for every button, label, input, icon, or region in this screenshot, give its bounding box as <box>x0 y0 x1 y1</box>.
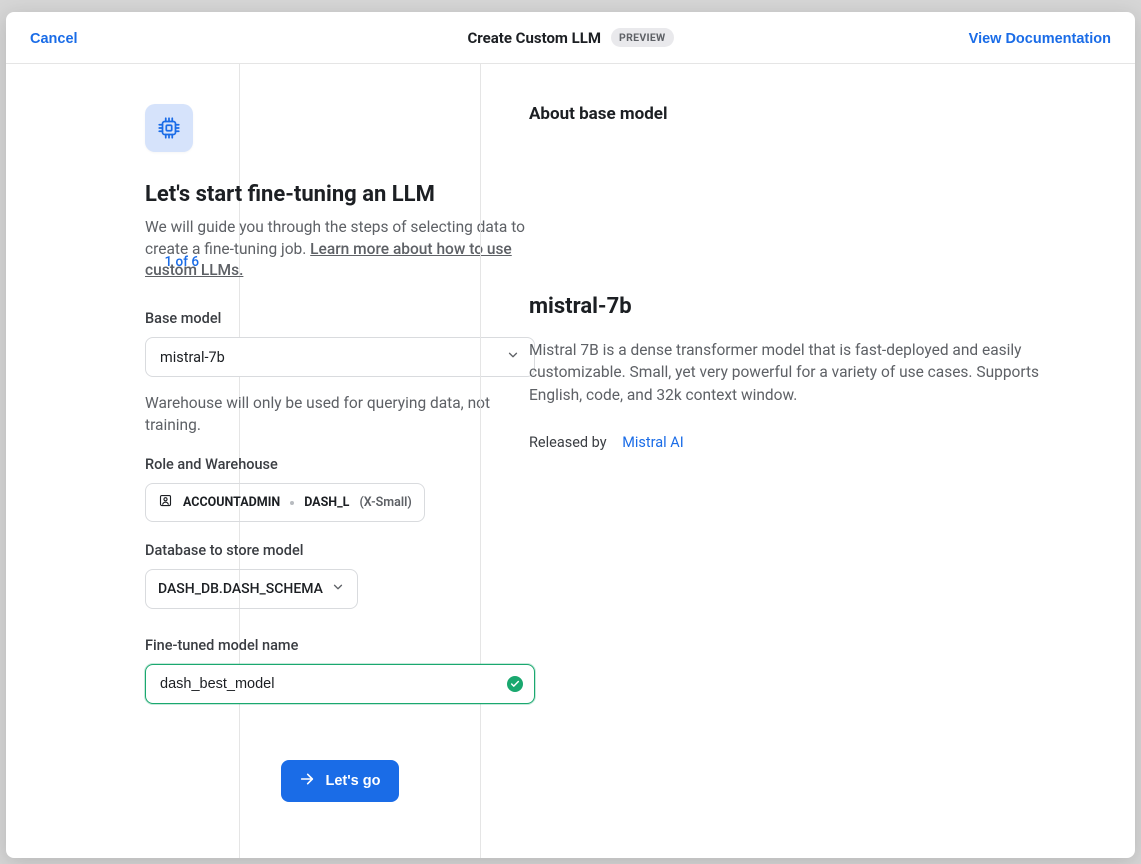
page-subtext: We will guide you through the steps of s… <box>145 217 535 282</box>
main-form: Let's start fine-tuning an LLM We will g… <box>145 64 480 858</box>
create-llm-modal: Cancel Create Custom LLM PREVIEW View Do… <box>6 12 1135 858</box>
warehouse-value: DASH_L <box>304 495 349 510</box>
released-by-link[interactable]: Mistral AI <box>622 434 683 451</box>
cancel-button[interactable]: Cancel <box>30 31 78 47</box>
separator-dot <box>290 501 294 505</box>
preview-badge: PREVIEW <box>611 28 674 47</box>
model-name-input[interactable] <box>145 664 535 704</box>
database-select[interactable]: DASH_DB.DASH_SCHEMA <box>145 569 358 609</box>
warehouse-size: (X-Small) <box>359 495 411 510</box>
base-model-label: Base model <box>145 310 535 327</box>
chip-icon <box>145 104 193 152</box>
modal-header: Cancel Create Custom LLM PREVIEW View Do… <box>6 12 1135 64</box>
base-model-select[interactable]: mistral-7b <box>145 337 535 377</box>
about-panel: About base model mistral-7b Mistral 7B i… <box>480 64 1135 858</box>
released-by-row: Released by Mistral AI <box>529 434 1087 451</box>
model-name-label: Fine-tuned model name <box>145 637 535 654</box>
about-heading: About base model <box>529 104 1087 124</box>
warehouse-helper-text: Warehouse will only be used for querying… <box>145 393 535 436</box>
role-warehouse-select[interactable]: ACCOUNTADMIN DASH_L (X-Small) <box>145 483 425 522</box>
role-icon <box>158 493 173 512</box>
about-model-name: mistral-7b <box>529 294 1087 319</box>
cta-label: Let's go <box>325 773 380 789</box>
lets-go-button[interactable]: Let's go <box>281 760 398 802</box>
view-documentation-link[interactable]: View Documentation <box>969 31 1111 47</box>
chevron-down-icon <box>331 580 345 598</box>
modal-title: Create Custom LLM <box>467 29 601 47</box>
role-value: ACCOUNTADMIN <box>183 495 280 510</box>
released-by-label: Released by <box>529 434 607 451</box>
role-warehouse-label: Role and Warehouse <box>145 456 535 473</box>
arrow-right-icon <box>299 771 315 791</box>
database-label: Database to store model <box>145 542 535 559</box>
database-value: DASH_DB.DASH_SCHEMA <box>158 581 323 597</box>
about-model-description: Mistral 7B is a dense transformer model … <box>529 339 1087 406</box>
page-heading: Let's start fine-tuning an LLM <box>145 182 535 207</box>
base-model-value: mistral-7b <box>160 349 225 366</box>
checkmark-icon <box>507 676 523 692</box>
